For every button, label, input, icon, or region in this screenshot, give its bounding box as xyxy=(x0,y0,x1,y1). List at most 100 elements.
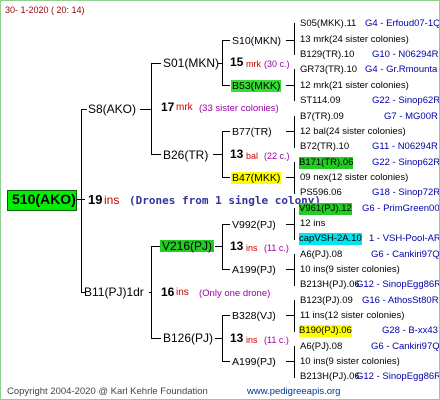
connector xyxy=(286,131,294,132)
gen4-id[interactable]: B123(PJ).09 xyxy=(300,295,353,307)
gen4-id[interactable]: B129(TR).10 xyxy=(300,49,354,61)
pedigree-chart: 30- 1-2020 ( 20: 14) 510(AKO) 19 ins (Dr… xyxy=(0,0,440,400)
gen2-note: (11 c.) xyxy=(264,335,289,345)
gen2-label[interactable]: V216(PJ) xyxy=(160,240,215,252)
gen2-label[interactable]: S01(MKN) xyxy=(163,57,219,69)
gen3-label[interactable]: B328(VJ) xyxy=(232,310,276,322)
connector xyxy=(215,246,222,247)
dam-num: 16 xyxy=(161,285,175,299)
gen4-note: 11 ins(12 sister colonies) xyxy=(300,310,405,321)
gen4-note: 09 nex(12 sister colonies) xyxy=(300,172,409,183)
connector xyxy=(222,131,223,178)
gen4-note: 13 mrk(24 sister colonies) xyxy=(300,34,409,45)
gen4-id[interactable]: PS596.06 xyxy=(300,187,342,199)
gen4-origin: 1 - VSH-Pool-AR xyxy=(369,233,440,244)
gen4-id[interactable]: B7(TR).09 xyxy=(300,111,344,123)
gen4-id[interactable]: GR73(TR).10 xyxy=(300,64,357,76)
connector xyxy=(286,315,294,316)
connector xyxy=(286,40,294,41)
gen3-label[interactable]: B53(MKK) xyxy=(231,80,282,92)
connector xyxy=(222,40,223,86)
gen2-mark: mrk xyxy=(246,59,261,69)
gen4-id[interactable]: B72(TR).10 xyxy=(300,141,349,153)
connector xyxy=(218,63,222,64)
connector xyxy=(151,63,161,64)
connector xyxy=(294,346,295,378)
gen4-id[interactable]: A6(PJ).08 xyxy=(300,249,342,261)
root-queen-box[interactable]: 510(AKO) xyxy=(7,190,77,211)
connector xyxy=(294,300,295,332)
gen2-num: 13 xyxy=(230,147,244,161)
gen3-label[interactable]: A199(PJ) xyxy=(232,356,276,368)
gen2-num: 13 xyxy=(230,331,244,345)
connector xyxy=(215,338,222,339)
gen4-origin: G22 - Sinop62R xyxy=(372,95,440,106)
gen4-origin: G7 - MG00R xyxy=(384,111,438,122)
gen2-label[interactable]: B126(PJ) xyxy=(163,332,213,344)
connector xyxy=(286,269,294,270)
sire-note: (33 sister colonies) xyxy=(199,103,279,114)
connector xyxy=(222,315,223,362)
connector xyxy=(286,361,294,362)
gen4-origin: G28 - B-xx43 xyxy=(382,325,438,336)
gen4-origin: G16 - AthosSt80R xyxy=(362,295,439,306)
root-queen-label: 510(AKO) xyxy=(12,191,76,207)
gen4-note: 12 mrk(21 sister colonies) xyxy=(300,80,409,91)
connector xyxy=(151,63,152,155)
gen4-id[interactable]: A6(PJ).08 xyxy=(300,341,342,353)
root-ins: ins xyxy=(104,193,120,207)
gen4-origin: G6 - PrimGreen00 xyxy=(362,203,440,214)
gen4-origin: G10 - N06294R xyxy=(372,49,439,60)
connector xyxy=(222,224,223,270)
gen2-mark: bal xyxy=(246,151,259,161)
root-num: 19 xyxy=(88,192,103,207)
gen2-num: 13 xyxy=(230,239,244,253)
gen3-label[interactable]: A199(PJ) xyxy=(232,264,276,276)
gen4-note: 10 ins(9 sister colonies) xyxy=(300,356,400,367)
gen4-note: 12 bal(24 sister colonies) xyxy=(300,126,406,137)
connector xyxy=(222,131,230,132)
footer-url[interactable]: www.pedigreeapis.org xyxy=(247,386,340,398)
gen4-id[interactable]: V961(PJ).12 xyxy=(299,203,352,215)
gen2-mark: ins xyxy=(246,243,258,253)
gen4-origin: G4 - Erfoud07-1Q xyxy=(365,18,440,29)
gen4-id[interactable]: B190(PJ).06 xyxy=(299,325,352,337)
gen4-id[interactable]: ST114.09 xyxy=(300,95,341,107)
gen4-id[interactable]: B213H(PJ).06 xyxy=(300,371,360,383)
gen4-origin: G4 - Gr.Rmounta xyxy=(365,64,438,75)
gen3-label[interactable]: B47(MKK) xyxy=(231,172,282,184)
gen2-label[interactable]: B26(TR) xyxy=(163,149,208,161)
gen4-origin: G12 - SinopEgg86R xyxy=(356,371,440,382)
dam-label[interactable]: B11(PJ)1dr xyxy=(84,286,144,298)
gen2-mark: ins xyxy=(246,335,258,345)
gen4-note: 12 ins xyxy=(300,218,326,229)
connector xyxy=(222,361,230,362)
sire-num: 17 xyxy=(161,100,175,114)
header-date: 30- 1-2020 ( 20: 14) xyxy=(5,5,85,15)
gen3-label[interactable]: S10(MKN) xyxy=(232,35,281,47)
gen4-id[interactable]: S05(MKK).11 xyxy=(300,18,356,30)
connector xyxy=(222,224,230,225)
connector xyxy=(140,109,151,110)
connector xyxy=(222,269,230,270)
sire-label[interactable]: S8(AKO) xyxy=(88,103,136,115)
footer-copyright: Copyright 2004-2020 @ Karl Kehrle Founda… xyxy=(7,386,208,397)
gen3-label[interactable]: B77(TR) xyxy=(232,126,272,138)
gen4-origin: G18 - Sinop72R xyxy=(372,187,440,198)
gen3-label[interactable]: V992(PJ) xyxy=(232,219,276,231)
connector xyxy=(294,208,295,240)
connector xyxy=(294,116,295,148)
gen2-note: (11 c.) xyxy=(264,243,289,253)
connector xyxy=(151,154,161,155)
connector xyxy=(294,162,295,194)
gen2-num: 15 xyxy=(230,55,244,69)
gen4-note: 10 ins(9 sister colonies) xyxy=(300,264,400,275)
gen4-id[interactable]: B171(TR).06 xyxy=(299,157,354,169)
connector xyxy=(151,246,152,339)
dam-note: (Only one drone) xyxy=(199,288,271,299)
connector xyxy=(222,177,230,178)
gen4-origin: G11 - N06294R xyxy=(372,141,438,152)
gen4-id[interactable]: B213H(PJ).06 xyxy=(300,279,360,291)
gen4-id[interactable]: capVSH-2A.10 xyxy=(299,233,362,245)
connector xyxy=(294,23,295,55)
